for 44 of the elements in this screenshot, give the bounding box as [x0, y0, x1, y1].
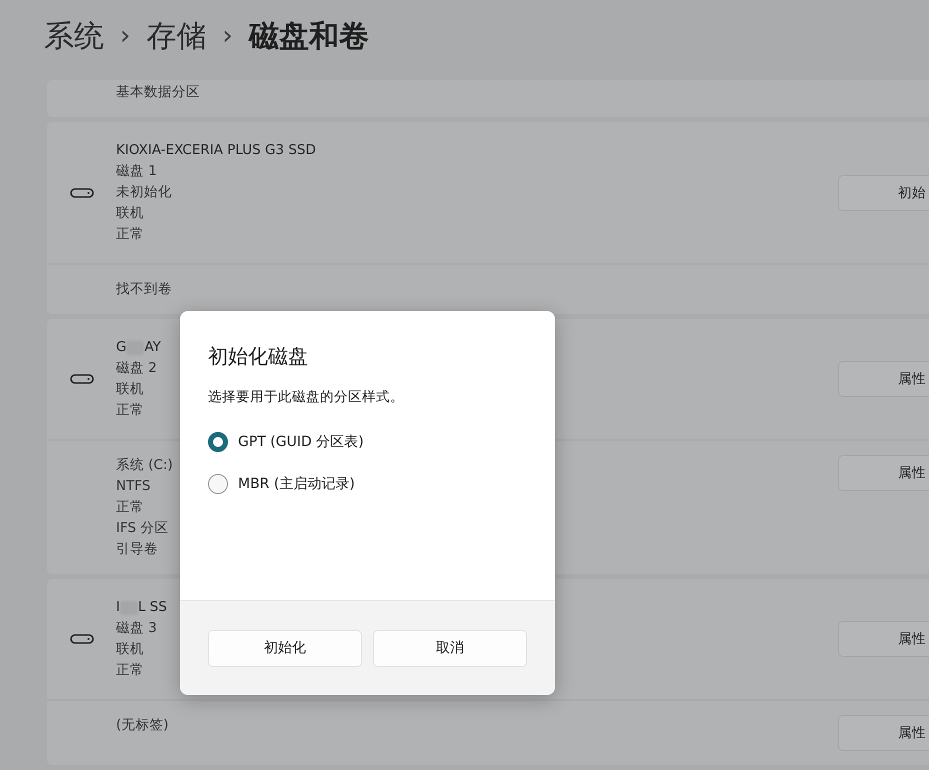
disk-name: G [116, 338, 126, 357]
info-text: 正常 [116, 225, 144, 244]
radio-button[interactable] [208, 432, 228, 452]
info-text: (无标签) [116, 716, 169, 735]
disk-name: AY [144, 338, 161, 357]
info-text: 系统 (C:) [116, 456, 173, 475]
dialog-description: 选择要用于此磁盘的分区样式。 [208, 388, 405, 406]
partition-option[interactable]: GPT (GUID 分区表) [208, 432, 527, 452]
properties-button[interactable]: 属性 [838, 621, 929, 657]
info-text: 磁盘 1 [116, 162, 157, 181]
drive-icon [70, 188, 94, 198]
initialize-button[interactable]: 初始 [838, 174, 929, 210]
info-text: 引导卷 [116, 540, 158, 559]
dialog-title: 初始化磁盘 [208, 343, 309, 370]
drive-icon [70, 374, 94, 384]
info-text: 联机 [116, 380, 144, 399]
info-text: 正常 [116, 401, 144, 420]
info-text: 磁盘 3 [116, 619, 157, 638]
dialog-button[interactable]: 取消 [373, 630, 527, 666]
disk-name: KIOXIA-EXCERIA PLUS G3 SSD [116, 141, 316, 160]
properties-button[interactable]: 属性 [838, 715, 929, 751]
info-text: 正常 [116, 661, 144, 680]
radio-button[interactable] [208, 474, 228, 494]
page-title: 磁盘和卷 [248, 18, 369, 56]
breadcrumb-separator: › [120, 21, 130, 51]
info-text: 基本数据分区 [116, 83, 200, 102]
note-text: 找不到卷 [116, 280, 172, 299]
disk-name: I [116, 598, 120, 617]
properties-button[interactable]: 属性 [838, 361, 929, 397]
breadcrumb-link[interactable]: 存储 [146, 16, 206, 56]
info-text: 磁盘 2 [116, 359, 157, 378]
info-text: IFS 分区 [116, 519, 168, 538]
breadcrumb-link[interactable]: 系统 [44, 16, 104, 56]
partition-option[interactable]: MBR (主启动记录) [208, 474, 527, 494]
breadcrumb-separator: › [222, 21, 233, 51]
info-text: 联机 [116, 204, 144, 223]
info-text: 未初始化 [116, 183, 172, 202]
info-text: 联机 [116, 640, 144, 659]
drive-icon [70, 634, 94, 644]
info-text: 正常 [116, 498, 144, 517]
properties-button[interactable]: 属性 [838, 455, 929, 491]
info-text: NTFS [116, 477, 150, 496]
dialog-button[interactable]: 初始化 [208, 630, 362, 666]
disk-name: L SS [138, 598, 167, 617]
